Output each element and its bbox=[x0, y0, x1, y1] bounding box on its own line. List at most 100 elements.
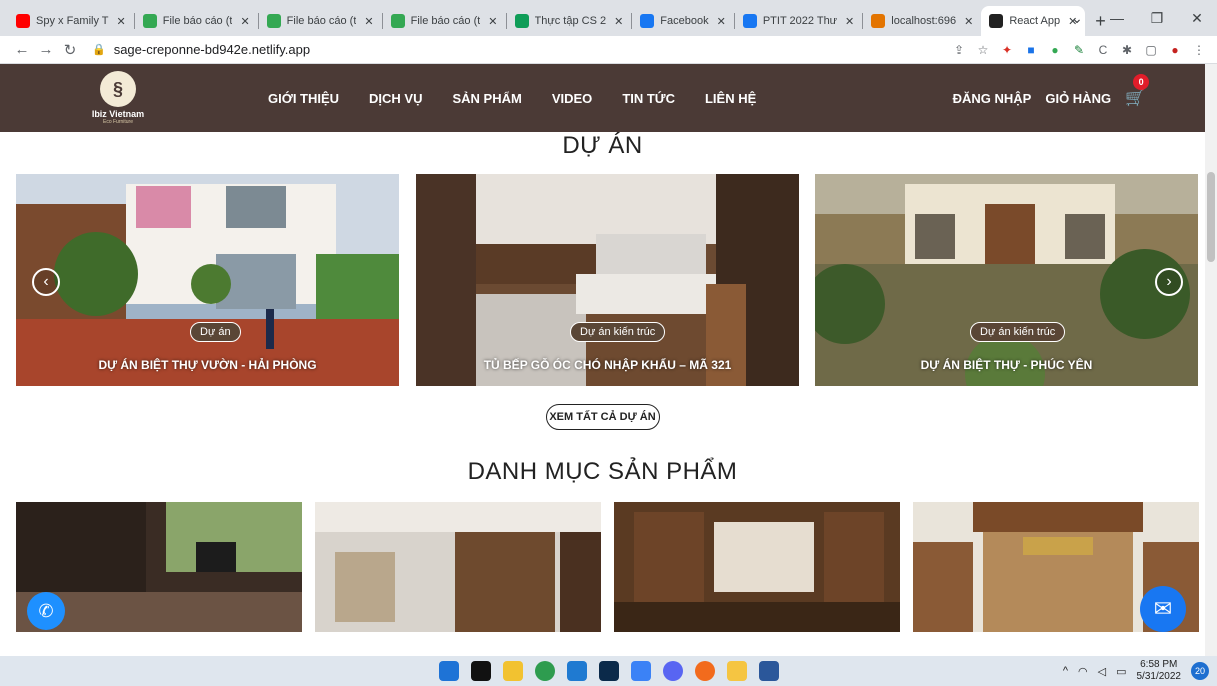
volume-icon[interactable]: ◁ bbox=[1098, 665, 1106, 678]
taskbar-apps bbox=[438, 661, 779, 681]
menu-kebab-icon[interactable]: ⋮ bbox=[1191, 42, 1207, 58]
login-link[interactable]: ĐĂNG NHẬP bbox=[953, 91, 1032, 106]
battery-icon[interactable]: ▭ bbox=[1116, 665, 1126, 678]
close-tab-icon[interactable]: ✕ bbox=[614, 15, 623, 28]
back-icon[interactable]: ← bbox=[10, 41, 34, 58]
tab-title: localhost:696 bbox=[891, 15, 957, 27]
app-hexagon-icon[interactable] bbox=[630, 661, 651, 681]
tab-title: React App bbox=[1009, 15, 1061, 27]
tab-search-icon[interactable]: ⌄ bbox=[1057, 10, 1097, 27]
app-puzzle-icon[interactable] bbox=[726, 661, 747, 681]
extension-icon[interactable]: ✎ bbox=[1071, 42, 1087, 58]
tab-title: File báo cáo (t bbox=[286, 15, 357, 27]
restore-icon[interactable]: ❐ bbox=[1137, 10, 1177, 27]
nav-san-pham[interactable]: SẢN PHẨM bbox=[453, 91, 522, 106]
category-card[interactable] bbox=[315, 502, 601, 632]
scrollbar-thumb[interactable] bbox=[1207, 172, 1215, 262]
view-all-projects-button[interactable]: XEM TẤT CẢ DỰ ÁN bbox=[545, 404, 660, 430]
puzzle-icon[interactable]: ✱ bbox=[1119, 42, 1135, 58]
netflix-icon[interactable] bbox=[470, 661, 491, 681]
nav-tin-tuc[interactable]: TIN TỨC bbox=[622, 91, 675, 106]
browser-tab[interactable]: PTIT 2022 Thư ✕ bbox=[735, 6, 862, 36]
tray-chevron-icon[interactable]: ^ bbox=[1063, 665, 1068, 677]
forward-icon[interactable]: → bbox=[34, 41, 58, 58]
categories-grid bbox=[0, 502, 1205, 632]
logo-name: Ibiz Vietnam bbox=[91, 109, 145, 119]
page-content: DỰ ÁN Dự án DỰ ÁN BIỆT THỰ VƯỜN - HẢI PH… bbox=[0, 132, 1205, 656]
close-tab-icon[interactable]: ✕ bbox=[364, 15, 373, 28]
project-badge: Dự án kiến trúc bbox=[570, 322, 666, 342]
project-card[interactable]: Dự án kiến trúc TỦ BẾP GỖ ÓC CHÓ NHẬP KH… bbox=[416, 174, 799, 386]
browser-tab[interactable]: Facebook ✕ bbox=[632, 6, 734, 36]
word-icon[interactable] bbox=[758, 661, 779, 681]
project-card[interactable]: Dự án DỰ ÁN BIỆT THỰ VƯỜN - HẢI PHÒNG bbox=[16, 174, 399, 386]
category-card[interactable] bbox=[614, 502, 900, 632]
project-caption: DỰ ÁN BIỆT THỰ VƯỜN - HẢI PHÒNG bbox=[98, 358, 317, 372]
project-image bbox=[416, 174, 799, 386]
page-scrollbar[interactable] bbox=[1205, 64, 1217, 656]
youtube-icon bbox=[16, 14, 30, 28]
browser-tab[interactable]: Spy x Family T ✕ bbox=[8, 6, 134, 36]
extension-icons: ⇪ ☆ ✦ ■ ● ✎ C ✱ ▢ ● ⋮ bbox=[951, 42, 1207, 58]
close-tab-icon[interactable]: ✕ bbox=[117, 15, 126, 28]
browser-tab[interactable]: File báo cáo (t ✕ bbox=[135, 6, 258, 36]
discord-icon[interactable] bbox=[662, 661, 683, 681]
file-explorer-icon[interactable] bbox=[502, 661, 523, 681]
close-tab-icon[interactable]: ✕ bbox=[717, 15, 726, 28]
system-clock[interactable]: 6:58 PM 5/31/2022 bbox=[1137, 659, 1182, 683]
clock-time: 6:58 PM bbox=[1140, 659, 1178, 670]
project-badge: Dự án bbox=[190, 322, 241, 342]
close-tab-icon[interactable]: ✕ bbox=[488, 15, 497, 28]
category-image bbox=[315, 502, 601, 632]
carousel-prev-icon[interactable]: ‹ bbox=[32, 268, 60, 296]
nav-video[interactable]: VIDEO bbox=[552, 91, 592, 106]
photoshop-icon[interactable] bbox=[598, 661, 619, 681]
cart-icon[interactable]: 🛒 0 bbox=[1125, 74, 1150, 108]
cart-link[interactable]: GIỎ HÀNG bbox=[1045, 91, 1111, 106]
browser-tab[interactable]: File báo cáo (t ✕ bbox=[383, 6, 506, 36]
extension-icon[interactable]: ■ bbox=[1023, 42, 1039, 58]
react-icon bbox=[989, 14, 1004, 28]
main-nav: GIỚI THIỆU DỊCH VỤ SẢN PHẨM VIDEO TIN TỨ… bbox=[268, 91, 756, 106]
notification-count-badge[interactable]: 20 bbox=[1191, 662, 1209, 680]
system-tray: ^ ◠ ◁ ▭ 6:58 PM 5/31/2022 20 bbox=[1063, 656, 1209, 686]
windows-start-icon[interactable] bbox=[438, 661, 459, 681]
drive-icon bbox=[142, 14, 157, 28]
url-field[interactable]: 🔒 sage-creponne-bd942e.netlify.app bbox=[92, 42, 310, 57]
close-tab-icon[interactable]: ✕ bbox=[964, 15, 973, 28]
close-tab-icon[interactable]: ✕ bbox=[845, 15, 854, 28]
share-icon[interactable]: ⇪ bbox=[951, 42, 967, 58]
vscode-icon[interactable] bbox=[566, 661, 587, 681]
site-header: § Ibiz Vietnam Eco Furniture GIỚI THIỆU … bbox=[0, 64, 1217, 132]
address-bar: ← → ↻ 🔒 sage-creponne-bd942e.netlify.app… bbox=[0, 36, 1217, 64]
carousel-next-icon[interactable]: › bbox=[1155, 268, 1183, 296]
extension-icon[interactable]: ✦ bbox=[999, 42, 1015, 58]
messenger-chat-icon[interactable]: ✉ bbox=[1140, 586, 1186, 632]
site-logo[interactable]: § Ibiz Vietnam Eco Furniture bbox=[78, 71, 158, 125]
extension-icon[interactable]: ● bbox=[1047, 42, 1063, 58]
categories-title: DANH MỤC SẢN PHẨM bbox=[467, 458, 738, 485]
sidebar-icon[interactable]: ▢ bbox=[1143, 42, 1159, 58]
wifi-icon[interactable]: ◠ bbox=[1078, 665, 1088, 678]
profile-avatar-icon[interactable]: ● bbox=[1167, 42, 1183, 58]
app-orange-icon[interactable] bbox=[694, 661, 715, 681]
close-window-icon[interactable]: ✕ bbox=[1177, 10, 1217, 27]
bookmark-star-icon[interactable]: ☆ bbox=[975, 42, 991, 58]
chrome-icon[interactable] bbox=[534, 661, 555, 681]
browser-tab[interactable]: localhost:696 ✕ bbox=[863, 6, 981, 36]
browser-tab[interactable]: Thực tập CS 2 ✕ bbox=[507, 6, 632, 36]
extension-icon[interactable]: C bbox=[1095, 42, 1111, 58]
project-badge: Dự án kiến trúc bbox=[970, 322, 1066, 342]
close-tab-icon[interactable]: ✕ bbox=[240, 15, 249, 28]
project-card[interactable]: Dự án kiến trúc DỰ ÁN BIỆT THỰ - PHÚC YÊ… bbox=[815, 174, 1198, 386]
clock-date: 5/31/2022 bbox=[1136, 671, 1182, 682]
minimize-icon[interactable]: — bbox=[1097, 10, 1137, 26]
lock-icon: 🔒 bbox=[92, 44, 106, 56]
tab-title: Thực tập CS 2 bbox=[534, 15, 607, 27]
nav-dich-vu[interactable]: DỊCH VỤ bbox=[369, 91, 422, 106]
nav-gioi-thieu[interactable]: GIỚI THIỆU bbox=[268, 91, 339, 106]
reload-icon[interactable]: ↻ bbox=[58, 41, 82, 59]
browser-tab[interactable]: File báo cáo (t ✕ bbox=[259, 6, 382, 36]
phone-call-icon[interactable]: ✆ bbox=[27, 592, 65, 630]
nav-lien-he[interactable]: LIÊN HỆ bbox=[705, 91, 756, 106]
